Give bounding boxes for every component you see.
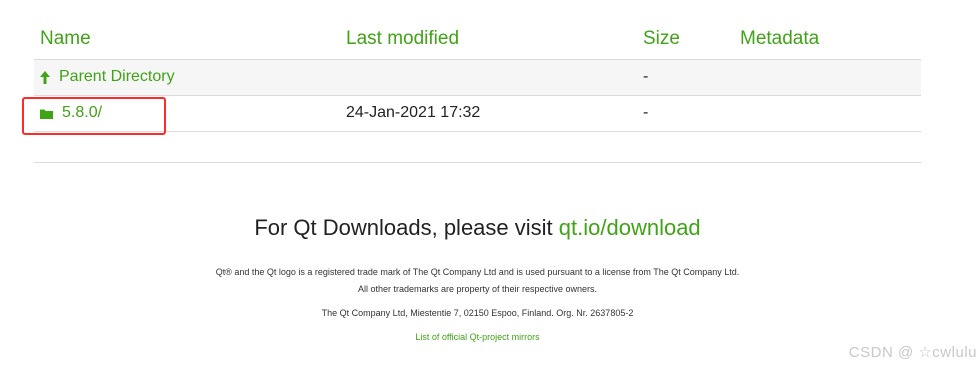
other-trademarks-notice: All other trademarks are property of the… (357, 284, 598, 294)
parent-directory-cell: Parent Directory (40, 68, 175, 86)
size-cell: - (643, 104, 649, 121)
metadata-column-header[interactable]: Metadata (740, 28, 819, 50)
csdn-watermark: CSDN @ ☆cwlulu (848, 344, 977, 361)
up-arrow-icon (40, 70, 50, 84)
size-column-header[interactable]: Size (643, 28, 680, 50)
download-visit-message: For Qt Downloads, please visit qt.io/dow… (0, 215, 955, 241)
mirrors-list-link[interactable]: List of official Qt-project mirrors (415, 332, 539, 342)
mirrors-footer: List of official Qt-project mirrors (0, 332, 955, 342)
qt-download-link[interactable]: qt.io/download (559, 215, 701, 240)
last-modified-cell: 24-Jan-2021 17:32 (346, 104, 481, 121)
red-annotation-box (22, 97, 166, 135)
table-header: Name Last modified Size Metadata (34, 22, 921, 60)
size-cell: - (643, 68, 649, 85)
table-row-parent-directory: Parent Directory - (34, 60, 921, 96)
table-row-5-8-0: 5.8.0/ 24-Jan-2021 17:32 - (34, 96, 921, 132)
table-footer-divider (34, 132, 921, 163)
name-column-header[interactable]: Name (40, 28, 91, 50)
directory-listing: Name Last modified Size Metadata Parent … (34, 22, 921, 163)
company-address: The Qt Company Ltd, Miestentie 7, 02150 … (321, 308, 634, 318)
trademark-notice: Qt® and the Qt logo is a registered trad… (215, 267, 740, 277)
parent-directory-link[interactable]: Parent Directory (59, 68, 175, 86)
visit-prefix-text: For Qt Downloads, please visit (254, 215, 559, 240)
last-modified-column-header[interactable]: Last modified (346, 28, 459, 50)
